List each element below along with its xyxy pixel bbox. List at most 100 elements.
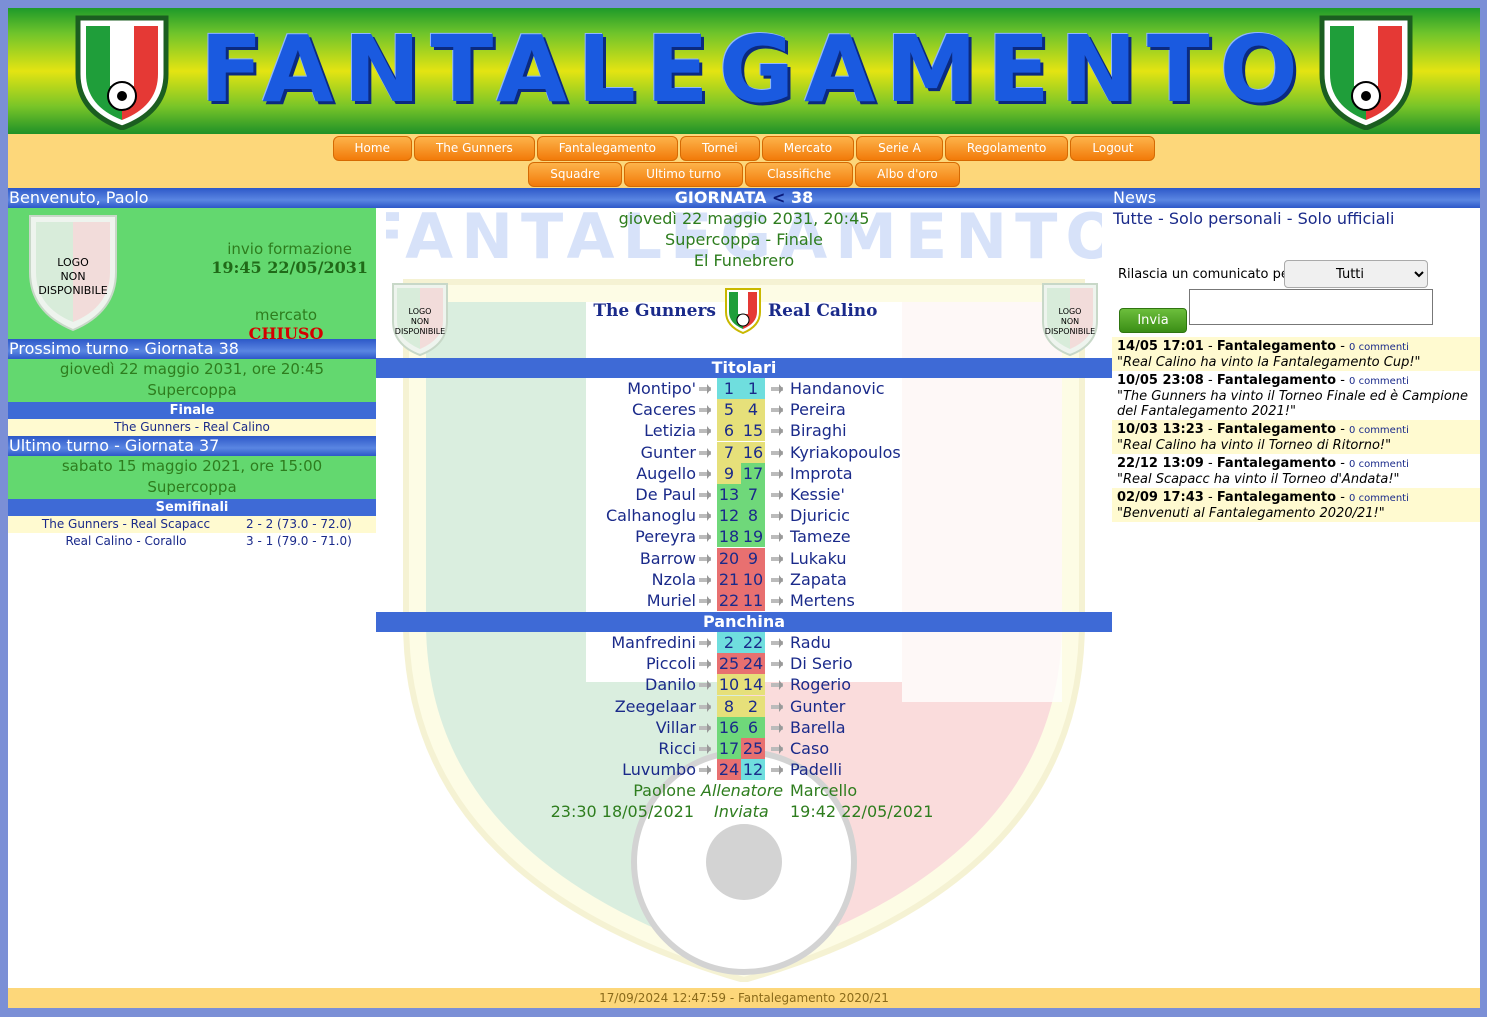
substitution-icon	[771, 511, 783, 522]
home-team-name[interactable]: The Gunners	[593, 301, 716, 321]
home-player[interactable]: Luvumbo	[622, 760, 696, 779]
away-player[interactable]: Caso	[790, 739, 829, 758]
home-player[interactable]: Zeegelaar	[615, 697, 696, 716]
home-player[interactable]: De Paul	[635, 485, 696, 504]
recipient-select[interactable]: Tutti	[1284, 260, 1428, 288]
substitution-icon	[699, 511, 711, 522]
menu-item[interactable]: Squadre	[528, 162, 623, 187]
news-filters[interactable]: Tutte - Solo personali - Solo ufficiali	[1112, 208, 1480, 229]
news-text: "The Gunners ha vinto il Torneo Finale e…	[1117, 389, 1469, 419]
versus-row: LOGO NON DISPONIBILE The Gunners Real Cali…	[376, 271, 1112, 357]
result-match: Real Calino - Corallo	[65, 534, 187, 548]
player-row: Piccoli 25 24 Di Serio	[376, 653, 1112, 675]
away-player[interactable]: Pereira	[790, 400, 846, 419]
substitution-icon	[699, 574, 711, 585]
substitution-icon	[771, 659, 783, 670]
player-row: Muriel 22 11 Mertens	[376, 589, 1112, 611]
away-player[interactable]: Djuricic	[790, 506, 850, 525]
menu-item[interactable]: The Gunners	[413, 136, 535, 161]
news-comments[interactable]: 0 commenti	[1349, 425, 1409, 436]
substitution-icon	[771, 468, 783, 479]
away-player[interactable]: Kyriakopoulos	[790, 443, 901, 462]
home-player[interactable]: Muriel	[647, 591, 696, 610]
away-player[interactable]: Zapata	[790, 570, 847, 589]
home-player[interactable]: Augello	[636, 464, 696, 483]
home-player-number: 17	[717, 738, 741, 759]
menu-item[interactable]: Serie A	[856, 136, 943, 161]
home-player[interactable]: Montipo'	[627, 379, 696, 398]
match-info: giovedì 22 maggio 2031, 20:45 Supercoppa…	[376, 208, 1112, 271]
home-player[interactable]: Caceres	[632, 400, 696, 419]
logo-text: NON	[410, 317, 430, 326]
menu-item[interactable]: Tornei	[680, 136, 760, 161]
menu-item[interactable]: Mercato	[761, 136, 855, 161]
away-player[interactable]: Gunter	[790, 697, 845, 716]
home-player[interactable]: Letizia	[644, 421, 696, 440]
away-player-number: 14	[741, 674, 765, 696]
home-player[interactable]: Gunter	[641, 443, 696, 462]
away-player[interactable]: Rogerio	[790, 675, 851, 694]
news-item[interactable]: 02/09 17:43 - Fantalegamento - 0 comment…	[1112, 488, 1480, 522]
away-player[interactable]: Biraghi	[790, 421, 847, 440]
away-player-number: 6	[741, 716, 765, 738]
previous-round-link[interactable]: <	[772, 188, 785, 207]
last-round-date: sabato 15 maggio 2021, ore 15:00	[61, 457, 323, 475]
result-match: The Gunners - Real Scapacc	[41, 517, 211, 531]
away-player[interactable]: Padelli	[790, 760, 842, 779]
home-player[interactable]: Danilo	[645, 675, 696, 694]
substitution-icon	[699, 468, 711, 479]
news-comments[interactable]: 0 commenti	[1349, 342, 1409, 353]
home-player[interactable]: Piccoli	[646, 654, 696, 673]
away-player[interactable]: Lukaku	[790, 549, 846, 568]
home-player[interactable]: Barrow	[640, 549, 696, 568]
logo-text: DISPONIBILE	[1044, 327, 1096, 336]
away-player[interactable]: Handanovic	[790, 379, 885, 398]
menu-item[interactable]: Fantalegamento	[536, 136, 679, 161]
news-item[interactable]: 10/05 23:08 - Fantalegamento - 0 comment…	[1112, 371, 1480, 420]
announcement-textarea[interactable]	[1189, 289, 1433, 325]
away-player-number: 25	[741, 738, 765, 759]
result-row[interactable]: Real Calino - Corallo 3 - 1 (79.0 - 71.0…	[8, 533, 376, 550]
news-item[interactable]: 22/12 13:09 - Fantalegamento - 0 comment…	[1112, 454, 1480, 488]
away-player[interactable]: Tameze	[790, 527, 851, 546]
away-player[interactable]: Improta	[790, 464, 853, 483]
news-comments[interactable]: 0 commenti	[1349, 459, 1409, 470]
away-player-number: 22	[741, 632, 765, 654]
match-stadium: El Funebrero	[693, 251, 795, 270]
away-player[interactable]: Mertens	[790, 591, 855, 610]
away-player[interactable]: Kessie'	[790, 485, 845, 504]
market-label: mercato	[254, 306, 318, 324]
result-row[interactable]: The Gunners - Real Scapacc 2 - 2 (73.0 -…	[8, 516, 376, 533]
menu-item[interactable]: Regolamento	[944, 136, 1069, 161]
menu-item[interactable]: Logout	[1070, 136, 1156, 161]
home-player[interactable]: Ricci	[658, 739, 696, 758]
home-player[interactable]: Nzola	[652, 570, 696, 589]
menu-item[interactable]: Ultimo turno	[624, 162, 744, 187]
news-item[interactable]: 14/05 17:01 - Fantalegamento - 0 comment…	[1112, 337, 1480, 371]
next-round-competition: Supercoppa	[147, 381, 237, 399]
send-button[interactable]: Invia	[1119, 308, 1187, 333]
away-team-name[interactable]: Real Calino	[768, 301, 878, 321]
next-round-match[interactable]: The Gunners - Real Calino	[8, 419, 376, 436]
home-player[interactable]: Manfredini	[611, 633, 696, 652]
home-player[interactable]: Pereyra	[635, 527, 696, 546]
substitution-icon	[699, 384, 711, 394]
away-player-number: 19	[741, 526, 765, 548]
news-comments[interactable]: 0 commenti	[1349, 376, 1409, 387]
away-player[interactable]: Di Serio	[790, 654, 853, 673]
news-comments[interactable]: 0 commenti	[1349, 493, 1409, 504]
substitution-icon	[771, 744, 783, 754]
away-player[interactable]: Barella	[790, 718, 846, 737]
away-player[interactable]: Radu	[790, 633, 831, 652]
substitution-icon	[699, 680, 711, 691]
home-player[interactable]: Villar	[656, 718, 696, 737]
home-player[interactable]: Calhanoglu	[606, 506, 696, 525]
round-header: GIORNATA < 38	[376, 188, 1112, 208]
substitution-icon	[771, 384, 783, 394]
menu-item[interactable]: Home	[332, 136, 412, 161]
menu-item[interactable]: Classifiche	[745, 162, 854, 187]
league-shield-icon	[725, 288, 761, 334]
menu-item[interactable]: Albo d'oro	[855, 162, 960, 187]
news-item[interactable]: 10/03 13:23 - Fantalegamento - 0 comment…	[1112, 420, 1480, 454]
substitution-icon	[699, 532, 711, 543]
